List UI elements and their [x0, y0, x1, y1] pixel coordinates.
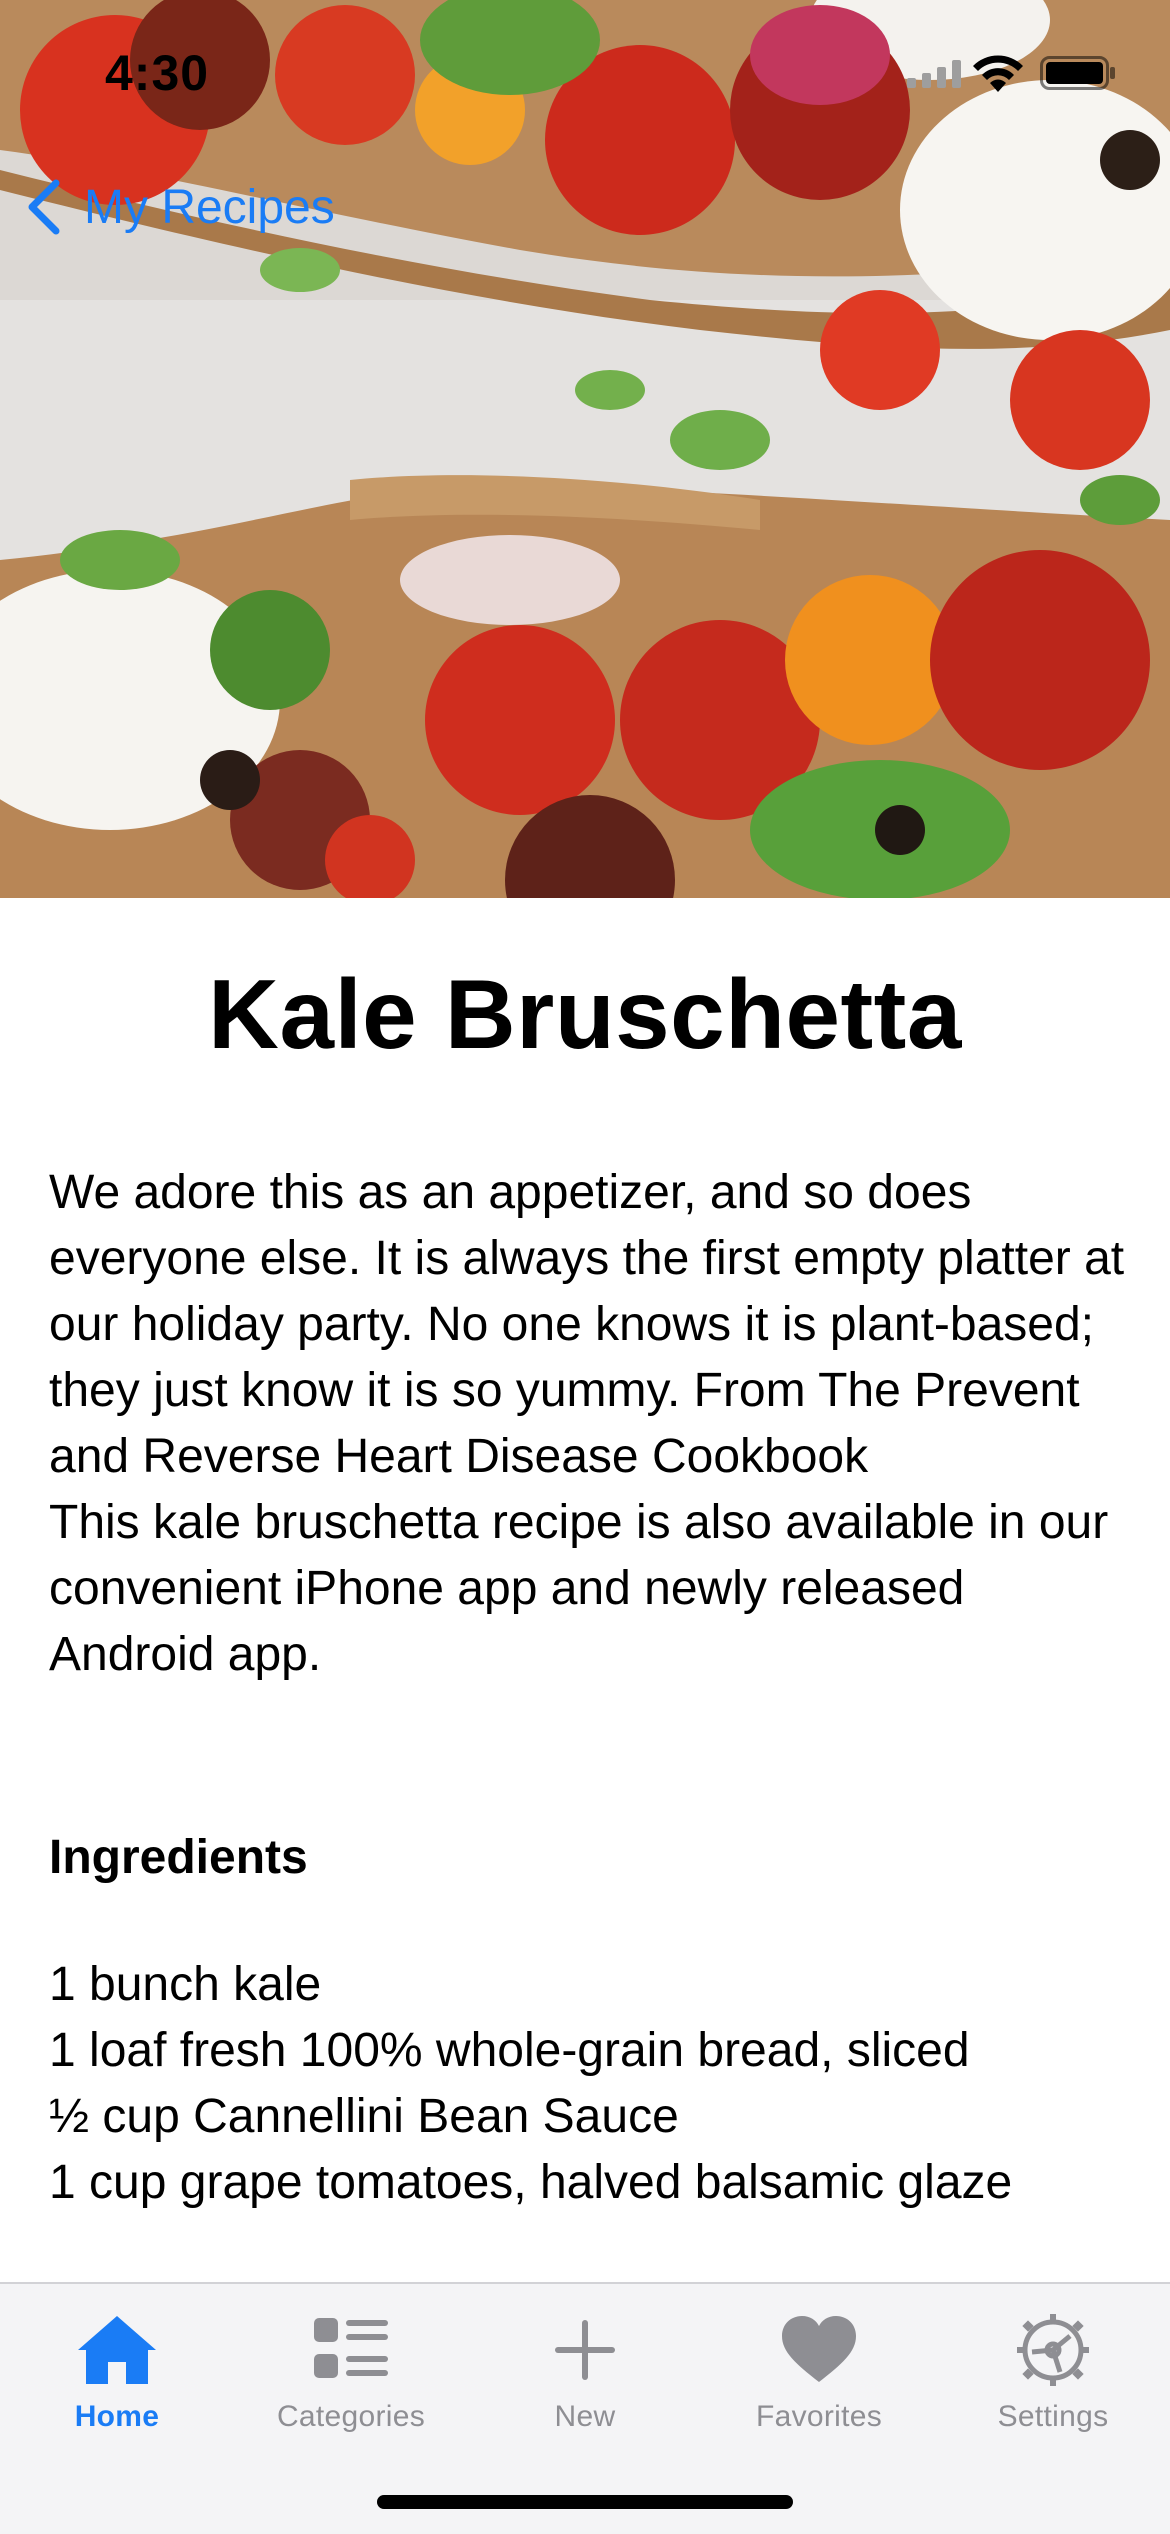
tab-label: New	[554, 2400, 616, 2433]
plus-icon	[555, 2320, 615, 2380]
tab-label: Home	[74, 2400, 160, 2433]
tab-label: Categories	[276, 2400, 426, 2433]
tab-settings[interactable]: Settings	[936, 2298, 1170, 2448]
tab-categories[interactable]: Categories	[234, 2298, 468, 2448]
status-time: 4:30	[105, 45, 210, 101]
description-paragraph: This kale bruschetta recipe is also avai…	[49, 1496, 1109, 1681]
tab-bar: Home Categories New Favorites Settings	[0, 2282, 1170, 2534]
gear-icon	[1017, 2314, 1089, 2386]
tab-label: Favorites	[755, 2400, 883, 2433]
tab-home[interactable]: Home	[0, 2298, 234, 2448]
cellular-signal-icon	[907, 60, 961, 88]
tab-label: Settings	[997, 2400, 1109, 2433]
heart-icon	[782, 2316, 856, 2382]
back-button-label: My Recipes	[84, 180, 335, 234]
recipe-description: We adore this as an appetizer, and so do…	[49, 1160, 1129, 1688]
ingredient-item: ½ cup Cannellini Bean Sauce	[49, 2090, 679, 2143]
tab-new[interactable]: New	[468, 2298, 702, 2448]
house-icon	[78, 2316, 156, 2384]
recipe-content: Kale Bruschetta We adore this as an appe…	[0, 898, 1170, 2282]
recipe-title: Kale Bruschetta	[208, 959, 962, 1069]
ingredient-item: 1 loaf fresh 100% whole-grain bread, sli…	[49, 2024, 970, 2077]
tab-favorites[interactable]: Favorites	[702, 2298, 936, 2448]
ingredient-list: 1 bunch kale 1 loaf fresh 100% whole-gra…	[49, 1952, 1012, 2216]
description-paragraph: We adore this as an appetizer, and so do…	[49, 1166, 1125, 1483]
list-icon	[314, 2318, 388, 2378]
ingredients-heading: Ingredients	[49, 1831, 308, 1884]
back-button[interactable]: My Recipes	[24, 172, 335, 242]
chevron-left-icon	[28, 179, 60, 235]
ingredient-item: 1 cup grape tomatoes, halved balsamic gl…	[49, 2156, 1013, 2209]
wifi-icon	[973, 55, 1023, 92]
home-indicator[interactable]	[377, 2495, 793, 2509]
ingredient-item: 1 bunch kale	[49, 1958, 322, 2011]
status-bar: 4:30	[0, 0, 1170, 140]
battery-icon	[1040, 56, 1115, 90]
